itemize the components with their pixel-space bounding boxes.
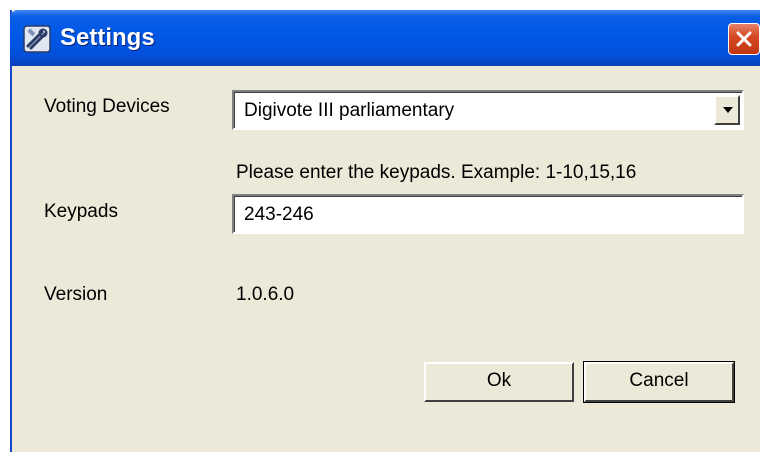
close-button[interactable] (728, 23, 760, 55)
voting-devices-label: Voting Devices (44, 96, 170, 117)
close-icon (736, 31, 752, 47)
voting-devices-select[interactable]: Digivote III parliamentary (232, 90, 744, 130)
title-bar[interactable]: Settings (10, 10, 760, 66)
settings-dialog: Settings Voting Devices Digivote III par… (10, 10, 760, 452)
keypads-hint: Please enter the keypads. Example: 1-10,… (236, 162, 637, 183)
version-value: 1.0.6.0 (236, 284, 295, 305)
voting-devices-selected-value: Digivote III parliamentary (244, 100, 455, 121)
dropdown-button[interactable] (714, 95, 740, 125)
settings-wrench-icon (22, 24, 52, 54)
chevron-down-icon (723, 107, 733, 113)
window-title: Settings (60, 24, 155, 51)
keypads-label: Keypads (44, 201, 118, 222)
ok-button[interactable]: Ok (424, 362, 574, 402)
keypads-input[interactable]: 243-246 (232, 194, 744, 234)
cancel-button[interactable]: Cancel (583, 361, 735, 403)
version-label: Version (44, 284, 108, 305)
